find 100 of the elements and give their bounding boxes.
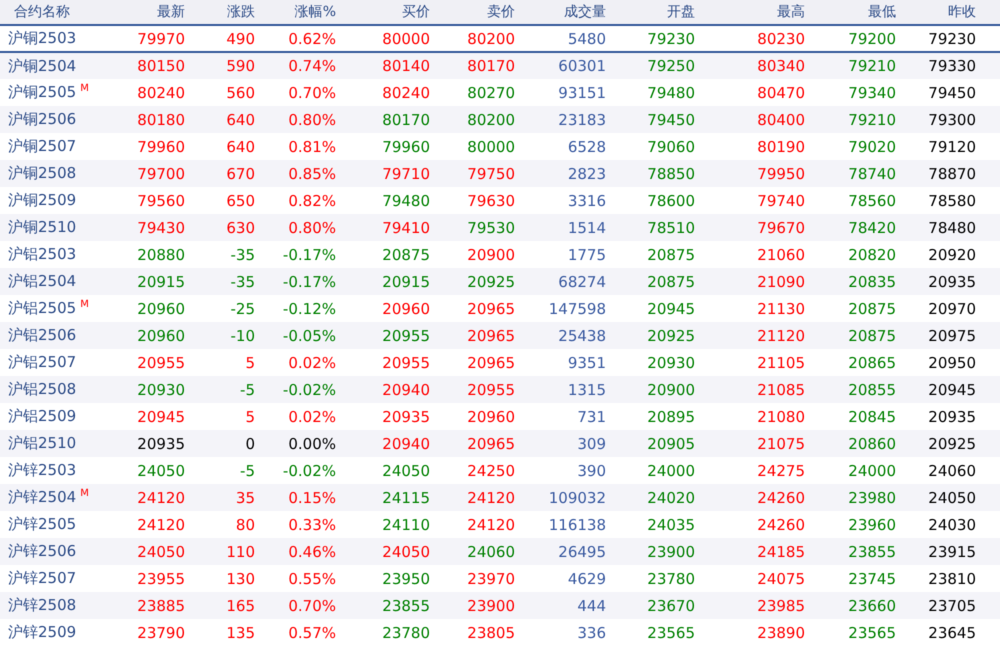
table-cell: 0.46% [288,542,336,560]
table-cell: -35 [230,246,255,264]
table-cell: 0.62% [288,30,336,48]
table-cell: 23980 [848,488,896,506]
table-cell: 0.15% [288,488,336,506]
table-cell: 80000 [382,30,430,48]
table-row[interactable]: 沪铜2506 80180 640 0.80% 80170 80200 23183 79450 80400 79210 79300 [0,106,1000,133]
table-cell: 20895 [647,408,695,426]
table-cell: 165 [226,596,255,614]
table-cell: 1514 [568,218,606,236]
table-row[interactable]: 沪铜2509 79560 650 0.82% 79480 79630 3316 78600 79740 78560 78580 [0,187,1000,214]
table-cell: 20920 [928,246,976,264]
table-cell: 490 [226,30,255,48]
table-cell: 79560 [137,192,185,210]
table-cell: 20845 [848,408,896,426]
contract-name: 沪锌2505 [8,515,76,533]
table-cell: 23660 [848,596,896,614]
table-cell: 80170 [382,110,430,128]
main-contract-marker: M [80,299,89,310]
column-header[interactable]: 昨收 [948,4,976,20]
table-cell: 20925 [647,326,695,344]
table-cell: 0.80% [288,110,336,128]
table-row[interactable]: 沪铝2504 20915 -35 -0.17% 20915 20925 68274 20875 21090 20835 20935 [0,268,1000,295]
column-header[interactable]: 买价 [402,4,430,20]
table-cell: 23855 [382,596,430,614]
table-row[interactable]: 沪铝2503 20880 -35 -0.17% 20875 20900 1775 20875 21060 20820 20920 [0,241,1000,268]
column-header[interactable]: 涨幅% [294,4,336,20]
table-row[interactable]: 沪铝2506 20960 -10 -0.05% 20955 20965 25438 20925 21120 20875 20975 [0,322,1000,349]
table-cell: 35 [236,488,255,506]
table-row[interactable]: 沪铝2505 $^{M}$ 20960 -25 -0.12% 20960 20965 147598 20945 21130 20875 20970 [0,295,1000,322]
table-cell: 23900 [467,596,515,614]
table-cell: 80000 [467,138,515,156]
table-cell: 24260 [757,488,805,506]
column-header[interactable]: 最低 [868,4,896,20]
table-row[interactable]: 沪锌2505 24120 80 0.33% 24110 24120 116138 24035 24260 23960 24030 [0,511,1000,538]
table-cell: 0.55% [288,570,336,588]
table-cell: 20900 [647,380,695,398]
table-cell: 21130 [757,300,805,318]
table-cell: 3316 [568,192,606,210]
table-cell: 20965 [467,354,515,372]
table-cell: 24050 [382,542,430,560]
table-row[interactable]: 沪铝2508 20930 -5 -0.02% 20940 20955 1315 20900 21085 20855 20945 [0,376,1000,403]
table-cell: 79630 [467,192,515,210]
table-cell: 20955 [137,354,185,372]
table-cell: -0.02% [282,462,336,480]
table-cell: 24000 [647,462,695,480]
table-cell: 79450 [928,84,976,102]
table-cell: 79410 [382,218,430,236]
table-cell: 4629 [568,570,606,588]
table-cell: 20960 [137,300,185,318]
table-row[interactable]: 沪铜2503 79970 490 0.62% 80000 80200 5480 79230 80230 79200 79230 [0,25,1000,52]
table-row[interactable]: 沪铜2504 80150 590 0.74% 80140 80170 60301 79250 80340 79210 79330 [0,52,1000,79]
table-row[interactable]: 沪锌2506 24050 110 0.46% 24050 24060 26495 23900 24185 23855 23915 [0,538,1000,565]
table-row[interactable]: 沪锌2507 23955 130 0.55% 23950 23970 4629 23780 24075 23745 23810 [0,565,1000,592]
column-header[interactable]: 合约名称 [14,4,70,20]
contract-name: 沪铝2506 [8,326,76,344]
table-cell: 79300 [928,110,976,128]
table-cell: 109032 [548,488,606,506]
column-header[interactable]: 卖价 [487,4,515,20]
table-cell: -0.02% [282,380,336,398]
table-cell: 79230 [928,30,976,48]
table-cell: 20860 [848,434,896,452]
table-row[interactable]: 沪锌2508 23885 165 0.70% 23855 23900 444 23670 23985 23660 23705 [0,592,1000,619]
table-cell: 80200 [467,30,515,48]
table-row[interactable]: 沪铝2509 20945 5 0.02% 20935 20960 731 20895 21080 20845 20935 [0,403,1000,430]
contract-name: 沪锌2509 [8,623,76,641]
table-row[interactable]: 沪锌2504 $^{M}$ 24120 35 0.15% 24115 24120 109032 24020 24260 23980 24050 [0,484,1000,511]
table-cell: 670 [226,164,255,182]
table-row[interactable]: 沪铝2510 20935 0 0.00% 20940 20965 309 20905 21075 20860 20925 [0,430,1000,457]
table-cell: 20970 [928,300,976,318]
main-contract-marker: M [80,488,89,499]
column-header[interactable]: 最高 [777,4,805,20]
table-row[interactable]: 沪锌2503 24050 -5 -0.02% 24050 24250 390 24000 24275 24000 24060 [0,457,1000,484]
column-header[interactable]: 成交量 [564,4,606,20]
table-row[interactable]: 沪铜2508 79700 670 0.85% 79710 79750 2823 78850 79950 78740 78870 [0,160,1000,187]
table-cell: 79700 [137,164,185,182]
table-row[interactable]: 沪铜2505 $^{M}$ 80240 560 0.70% 80240 80270 93151 79480 80470 79340 79450 [0,79,1000,106]
table-cell: 24185 [757,542,805,560]
table-row[interactable]: 沪铜2510 79430 630 0.80% 79410 79530 1514 78510 79670 78420 78480 [0,214,1000,241]
table-cell: 79750 [467,164,515,182]
table-cell: 20965 [467,434,515,452]
table-row[interactable]: 沪铝2507 20955 5 0.02% 20955 20965 9351 20930 21105 20865 20950 [0,349,1000,376]
table-cell: 20905 [647,434,695,452]
table-cell: 1775 [568,246,606,264]
table-cell: 24050 [137,462,185,480]
column-header[interactable]: 开盘 [667,4,695,20]
table-cell: 24250 [467,462,515,480]
table-cell: 21120 [757,326,805,344]
column-header[interactable]: 最新 [157,4,185,20]
table-row[interactable]: 沪铜2507 79960 640 0.81% 79960 80000 6528 79060 80190 79020 79120 [0,133,1000,160]
table-cell: -5 [240,462,255,480]
table-cell: 0.70% [288,596,336,614]
column-header[interactable]: 涨跌 [227,4,255,20]
table-cell: 79430 [137,218,185,236]
table-cell: 0.02% [288,408,336,426]
table-cell: 20965 [467,300,515,318]
table-cell: 79450 [647,110,695,128]
table-cell: 20960 [137,326,185,344]
table-cell: 23885 [137,596,185,614]
table-cell: 80230 [757,30,805,48]
